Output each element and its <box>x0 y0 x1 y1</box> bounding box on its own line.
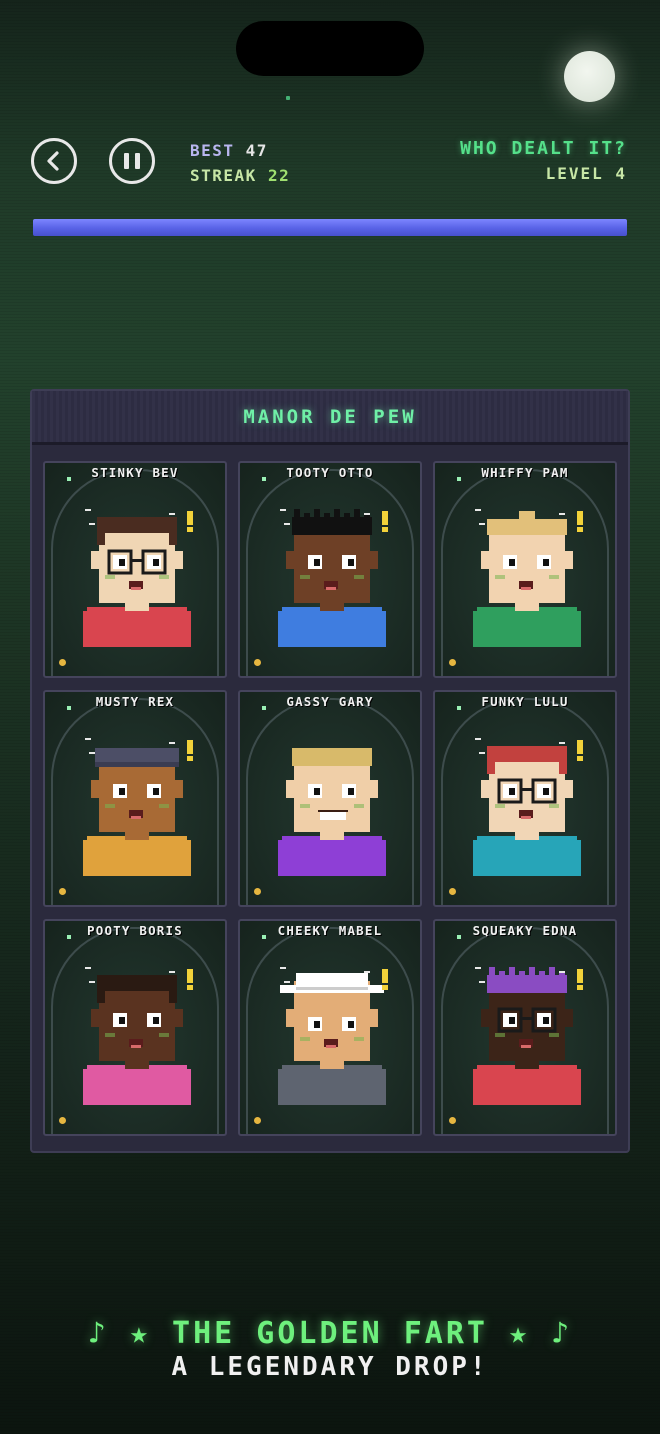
character-face <box>99 981 175 1061</box>
progress-fill <box>33 219 627 236</box>
suspect-name: SQUEAKY EDNA <box>472 923 578 938</box>
character-hair <box>292 748 372 766</box>
alert-icon <box>382 511 388 525</box>
character-hair <box>97 975 177 991</box>
character-mouth <box>320 812 346 820</box>
alert-icon <box>577 740 583 754</box>
character-hair <box>487 746 567 762</box>
character-portrait <box>83 509 193 647</box>
character-hair <box>487 519 567 535</box>
suspect-name: MUSTY REX <box>95 694 175 709</box>
character-hair <box>97 517 177 533</box>
alert-icon <box>577 969 583 983</box>
character-portrait <box>83 738 193 876</box>
board-header: MANOR DE PEW <box>32 391 628 445</box>
alert-icon <box>187 969 193 983</box>
game-title: WHO DEALT IT? <box>460 138 627 159</box>
character-shirt <box>278 1069 386 1105</box>
suspect-card[interactable]: WHIFFY PAM <box>433 461 617 678</box>
suspect-card[interactable]: FUNKY LULU <box>433 690 617 907</box>
character-shirt <box>83 611 191 647</box>
back-button[interactable] <box>31 138 77 184</box>
coin-icon <box>254 1117 261 1124</box>
coin-icon <box>449 888 456 895</box>
suspect-card[interactable]: GASSY GARY <box>238 690 422 907</box>
suspect-board: MANOR DE PEW STINKY BEV TOOTY OTTO WHIFFY … <box>30 389 630 1153</box>
character-portrait <box>473 967 583 1105</box>
dynamic-island <box>236 21 424 76</box>
suspect-name: GASSY GARY <box>286 694 374 709</box>
score-stats: BEST 47 STREAK 22 <box>190 138 290 188</box>
alert-icon <box>187 740 193 754</box>
suspect-grid: STINKY BEV TOOTY OTTO WHIFFY PAM MUSTY REX G… <box>43 461 617 1136</box>
character-portrait <box>473 509 583 647</box>
suspect-card[interactable]: CHEEKY MABEL <box>238 919 422 1136</box>
board-title: MANOR DE PEW <box>243 405 417 428</box>
pause-button[interactable] <box>109 138 155 184</box>
alert-icon <box>187 511 193 525</box>
character-portrait <box>278 967 388 1105</box>
coin-icon <box>254 888 261 895</box>
character-shirt <box>473 1069 581 1105</box>
suspect-name: STINKY BEV <box>91 465 179 480</box>
character-shirt <box>83 1069 191 1105</box>
coin-icon <box>59 1117 66 1124</box>
progress-bar <box>33 219 627 236</box>
suspect-card[interactable]: TOOTY OTTO <box>238 461 422 678</box>
moon-decoration <box>564 51 615 102</box>
announcement-title: ♪ ★ THE GOLDEN FART ★ ♪ <box>87 1316 573 1351</box>
character-portrait <box>278 509 388 647</box>
streak-label: STREAK <box>190 166 257 185</box>
character-shirt <box>473 611 581 647</box>
character-shirt <box>278 611 386 647</box>
level-indicator: LEVEL 4 <box>545 164 627 183</box>
coin-icon <box>449 659 456 666</box>
announcement-subtitle: A LEGENDARY DROP! <box>171 1352 489 1382</box>
suspect-name: CHEEKY MABEL <box>277 923 383 938</box>
character-shirt <box>83 840 191 876</box>
game-header: WHO DEALT IT? LEVEL 4 <box>460 137 627 187</box>
coin-icon <box>59 659 66 666</box>
character-portrait <box>473 738 583 876</box>
suspect-name: POOTY BORIS <box>87 923 183 938</box>
coin-icon <box>59 888 66 895</box>
alert-icon <box>382 969 388 983</box>
suspect-card[interactable]: STINKY BEV <box>43 461 227 678</box>
suspect-card[interactable]: MUSTY REX <box>43 690 227 907</box>
character-portrait <box>83 967 193 1105</box>
coin-icon <box>254 659 261 666</box>
best-label: BEST <box>190 141 235 160</box>
character-shirt <box>278 840 386 876</box>
chevron-left-icon <box>47 151 59 171</box>
character-portrait <box>278 748 386 876</box>
suspect-card[interactable]: POOTY BORIS <box>43 919 227 1136</box>
suspect-name: FUNKY LULU <box>481 694 569 709</box>
streak-value: 22 <box>267 166 291 185</box>
alert-icon <box>577 511 583 525</box>
coin-icon <box>449 1117 456 1124</box>
best-value: 47 <box>245 141 268 160</box>
star-decoration <box>286 96 290 100</box>
suspect-name: TOOTY OTTO <box>286 465 374 480</box>
suspect-card[interactable]: SQUEAKY EDNA <box>433 919 617 1136</box>
character-shirt <box>473 840 581 876</box>
suspect-name: WHIFFY PAM <box>481 465 569 480</box>
pause-icon <box>124 153 129 169</box>
